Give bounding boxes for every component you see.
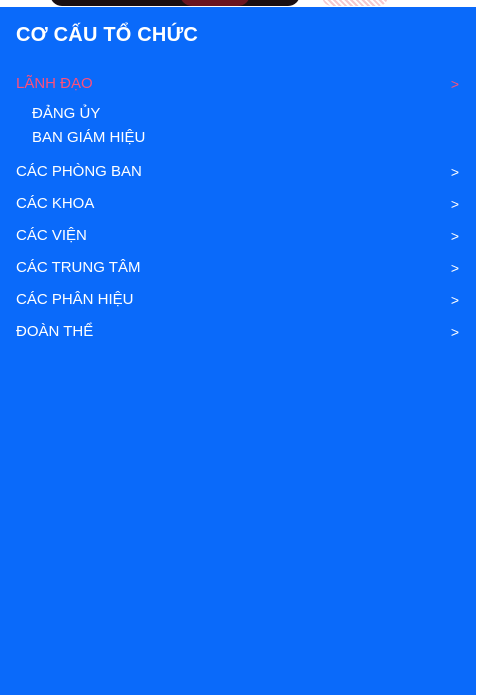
menu-item-label: LÃNH ĐẠO xyxy=(16,75,93,92)
menu-item-label: CÁC PHÒNG BAN xyxy=(16,163,142,180)
submenu-spacer xyxy=(0,151,476,159)
org-structure-panel: CƠ CẤU TỔ CHỨC LÃNH ĐẠO > ĐẢNG ỦY BAN GI… xyxy=(0,7,476,695)
menu-item-cac-khoa[interactable]: CÁC KHOA > xyxy=(0,191,476,223)
submenu-lanh-dao-container: ĐẢNG ỦY BAN GIÁM HIỆU xyxy=(0,103,476,159)
menu-item-lanh-dao[interactable]: LÃNH ĐẠO > xyxy=(0,71,476,103)
org-menu: LÃNH ĐẠO > ĐẢNG ỦY BAN GIÁM HIỆU CÁC PHÒ… xyxy=(0,71,476,351)
menu-item-doan-the[interactable]: ĐOÀN THỂ > xyxy=(0,319,476,351)
menu-item-cac-phong-ban[interactable]: CÁC PHÒNG BAN > xyxy=(0,159,476,191)
chevron-right-icon[interactable]: > xyxy=(451,196,459,212)
chevron-right-icon[interactable]: > xyxy=(451,164,459,180)
menu-item-label: CÁC KHOA xyxy=(16,195,95,212)
chevron-right-icon[interactable]: > xyxy=(451,324,459,340)
submenu-item-label: BAN GIÁM HIỆU xyxy=(32,129,146,146)
chevron-right-icon[interactable]: > xyxy=(451,76,459,92)
menu-item-label: CÁC PHÂN HIỆU xyxy=(16,291,134,308)
panel-title: CƠ CẤU TỔ CHỨC xyxy=(16,24,198,46)
menu-item-cac-vien[interactable]: CÁC VIỆN > xyxy=(0,223,476,255)
submenu-lanh-dao: ĐẢNG ỦY BAN GIÁM HIỆU xyxy=(0,103,476,151)
chevron-right-icon[interactable]: > xyxy=(451,260,459,276)
submenu-item-label: ĐẢNG ỦY xyxy=(32,105,101,122)
chevron-right-icon[interactable]: > xyxy=(451,292,459,308)
menu-item-label: CÁC VIỆN xyxy=(16,227,87,244)
submenu-item-dang-uy[interactable]: ĐẢNG ỦY xyxy=(0,103,476,127)
menu-item-cac-trung-tam[interactable]: CÁC TRUNG TÂM > xyxy=(0,255,476,287)
banner-pattern-shape xyxy=(322,0,388,6)
chevron-right-icon[interactable]: > xyxy=(451,228,459,244)
menu-item-label: ĐOÀN THỂ xyxy=(16,323,94,340)
banner-dark-shape xyxy=(50,0,300,6)
submenu-item-ban-giam-hieu[interactable]: BAN GIÁM HIỆU xyxy=(0,127,476,151)
menu-item-cac-phan-hieu[interactable]: CÁC PHÂN HIỆU > xyxy=(0,287,476,319)
top-banner-image xyxy=(0,0,479,7)
menu-item-label: CÁC TRUNG TÂM xyxy=(16,259,141,276)
